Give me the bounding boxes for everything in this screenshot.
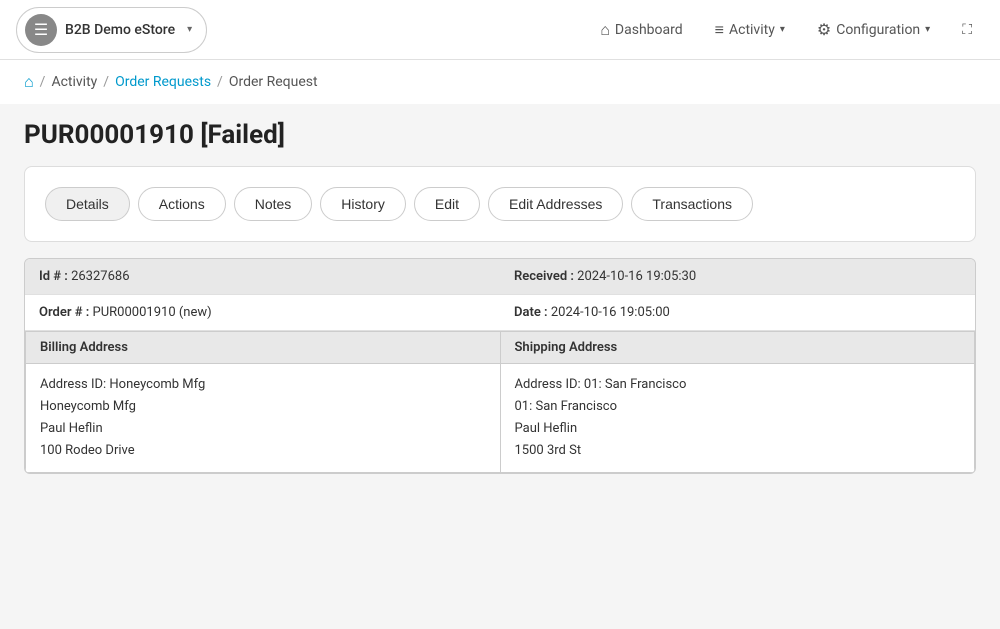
nav-dashboard-label: Dashboard [615, 22, 683, 38]
nav-config-chevron-icon: ▾ [925, 24, 930, 35]
tab-history[interactable]: History [320, 187, 406, 221]
shipping-line2: 01: San Francisco [515, 396, 961, 418]
address-row: Billing Address Address ID: Honeycomb Mf… [25, 331, 975, 473]
brand-name: B2B Demo eStore [65, 22, 175, 38]
tabs-card: Details Actions Notes History Edit Edit … [24, 166, 976, 242]
nav-configuration-label: Configuration [836, 22, 920, 38]
page-content: PUR00001910 [Failed] Details Actions Not… [0, 104, 1000, 629]
tab-edit-addresses[interactable]: Edit Addresses [488, 187, 623, 221]
order-cell: Order # : PUR00001910 (new) [25, 295, 500, 330]
billing-line1: Address ID: Honeycomb Mfg [40, 374, 486, 396]
billing-line3: Paul Heflin [40, 418, 486, 440]
order-value: PUR00001910 (new) [93, 305, 212, 320]
billing-line2: Honeycomb Mfg [40, 396, 486, 418]
details-card: Id # : 26327686 Received : 2024-10-16 19… [24, 258, 976, 474]
nav-activity[interactable]: ≡ Activity ▾ [703, 14, 797, 46]
billing-line4: 100 Rodeo Drive [40, 440, 486, 462]
received-value: 2024-10-16 19:05:30 [577, 269, 696, 284]
gear-icon: ⚙ [817, 20, 831, 39]
shipping-line1: Address ID: 01: San Francisco [515, 374, 961, 396]
breadcrumb-sep-2: / [103, 74, 109, 90]
tab-buttons: Details Actions Notes History Edit Edit … [45, 187, 955, 221]
fullscreen-icon: ⛶ [962, 22, 972, 38]
breadcrumb-current: Order Request [229, 74, 318, 90]
tab-transactions[interactable]: Transactions [631, 187, 753, 221]
date-label: Date : [514, 305, 551, 320]
billing-address-body: Address ID: Honeycomb Mfg Honeycomb Mfg … [26, 364, 500, 472]
billing-address-header: Billing Address [26, 332, 500, 364]
details-row-order: Order # : PUR00001910 (new) Date : 2024-… [25, 295, 975, 331]
id-cell: Id # : 26327686 [25, 259, 500, 294]
shipping-address-body: Address ID: 01: San Francisco 01: San Fr… [501, 364, 975, 472]
breadcrumb-order-requests[interactable]: Order Requests [115, 74, 211, 90]
shipping-line4: 1500 3rd St [515, 440, 961, 462]
nav-activity-chevron-icon: ▾ [780, 24, 785, 35]
tab-edit[interactable]: Edit [414, 187, 480, 221]
tab-notes[interactable]: Notes [234, 187, 313, 221]
order-label: Order # : [39, 305, 93, 320]
date-cell: Date : 2024-10-16 19:05:00 [500, 295, 975, 330]
breadcrumb-activity: Activity [51, 74, 97, 90]
breadcrumb-home-icon[interactable]: ⌂ [24, 72, 34, 92]
tab-actions[interactable]: Actions [138, 187, 226, 221]
activity-icon: ≡ [715, 20, 724, 40]
shipping-address-box: Shipping Address Address ID: 01: San Fra… [501, 332, 976, 473]
breadcrumb: ⌂ / Activity / Order Requests / Order Re… [0, 60, 1000, 104]
home-icon: ⌂ [600, 20, 610, 40]
brand-icon: ☰ [25, 14, 57, 46]
nav-fullscreen[interactable]: ⛶ [950, 16, 984, 44]
tab-details[interactable]: Details [45, 187, 130, 221]
breadcrumb-sep-1: / [40, 74, 46, 90]
navbar: ☰ B2B Demo eStore ▾ ⌂ Dashboard ≡ Activi… [0, 0, 1000, 60]
breadcrumb-sep-3: / [217, 74, 223, 90]
nav-configuration[interactable]: ⚙ Configuration ▾ [805, 14, 942, 45]
shipping-line3: Paul Heflin [515, 418, 961, 440]
received-label: Received : [514, 269, 577, 284]
nav-activity-label: Activity [729, 22, 775, 38]
nav-dashboard[interactable]: ⌂ Dashboard [588, 14, 694, 46]
received-cell: Received : 2024-10-16 19:05:30 [500, 259, 975, 294]
date-value: 2024-10-16 19:05:00 [551, 305, 670, 320]
shipping-address-header: Shipping Address [501, 332, 975, 364]
id-value: 26327686 [71, 269, 129, 284]
billing-address-box: Billing Address Address ID: Honeycomb Mf… [25, 332, 501, 473]
page-title: PUR00001910 [Failed] [24, 120, 976, 150]
details-row-id: Id # : 26327686 Received : 2024-10-16 19… [25, 259, 975, 295]
brand-chevron-icon: ▾ [187, 24, 192, 35]
brand-button[interactable]: ☰ B2B Demo eStore ▾ [16, 7, 207, 53]
id-label: Id # : [39, 269, 71, 284]
